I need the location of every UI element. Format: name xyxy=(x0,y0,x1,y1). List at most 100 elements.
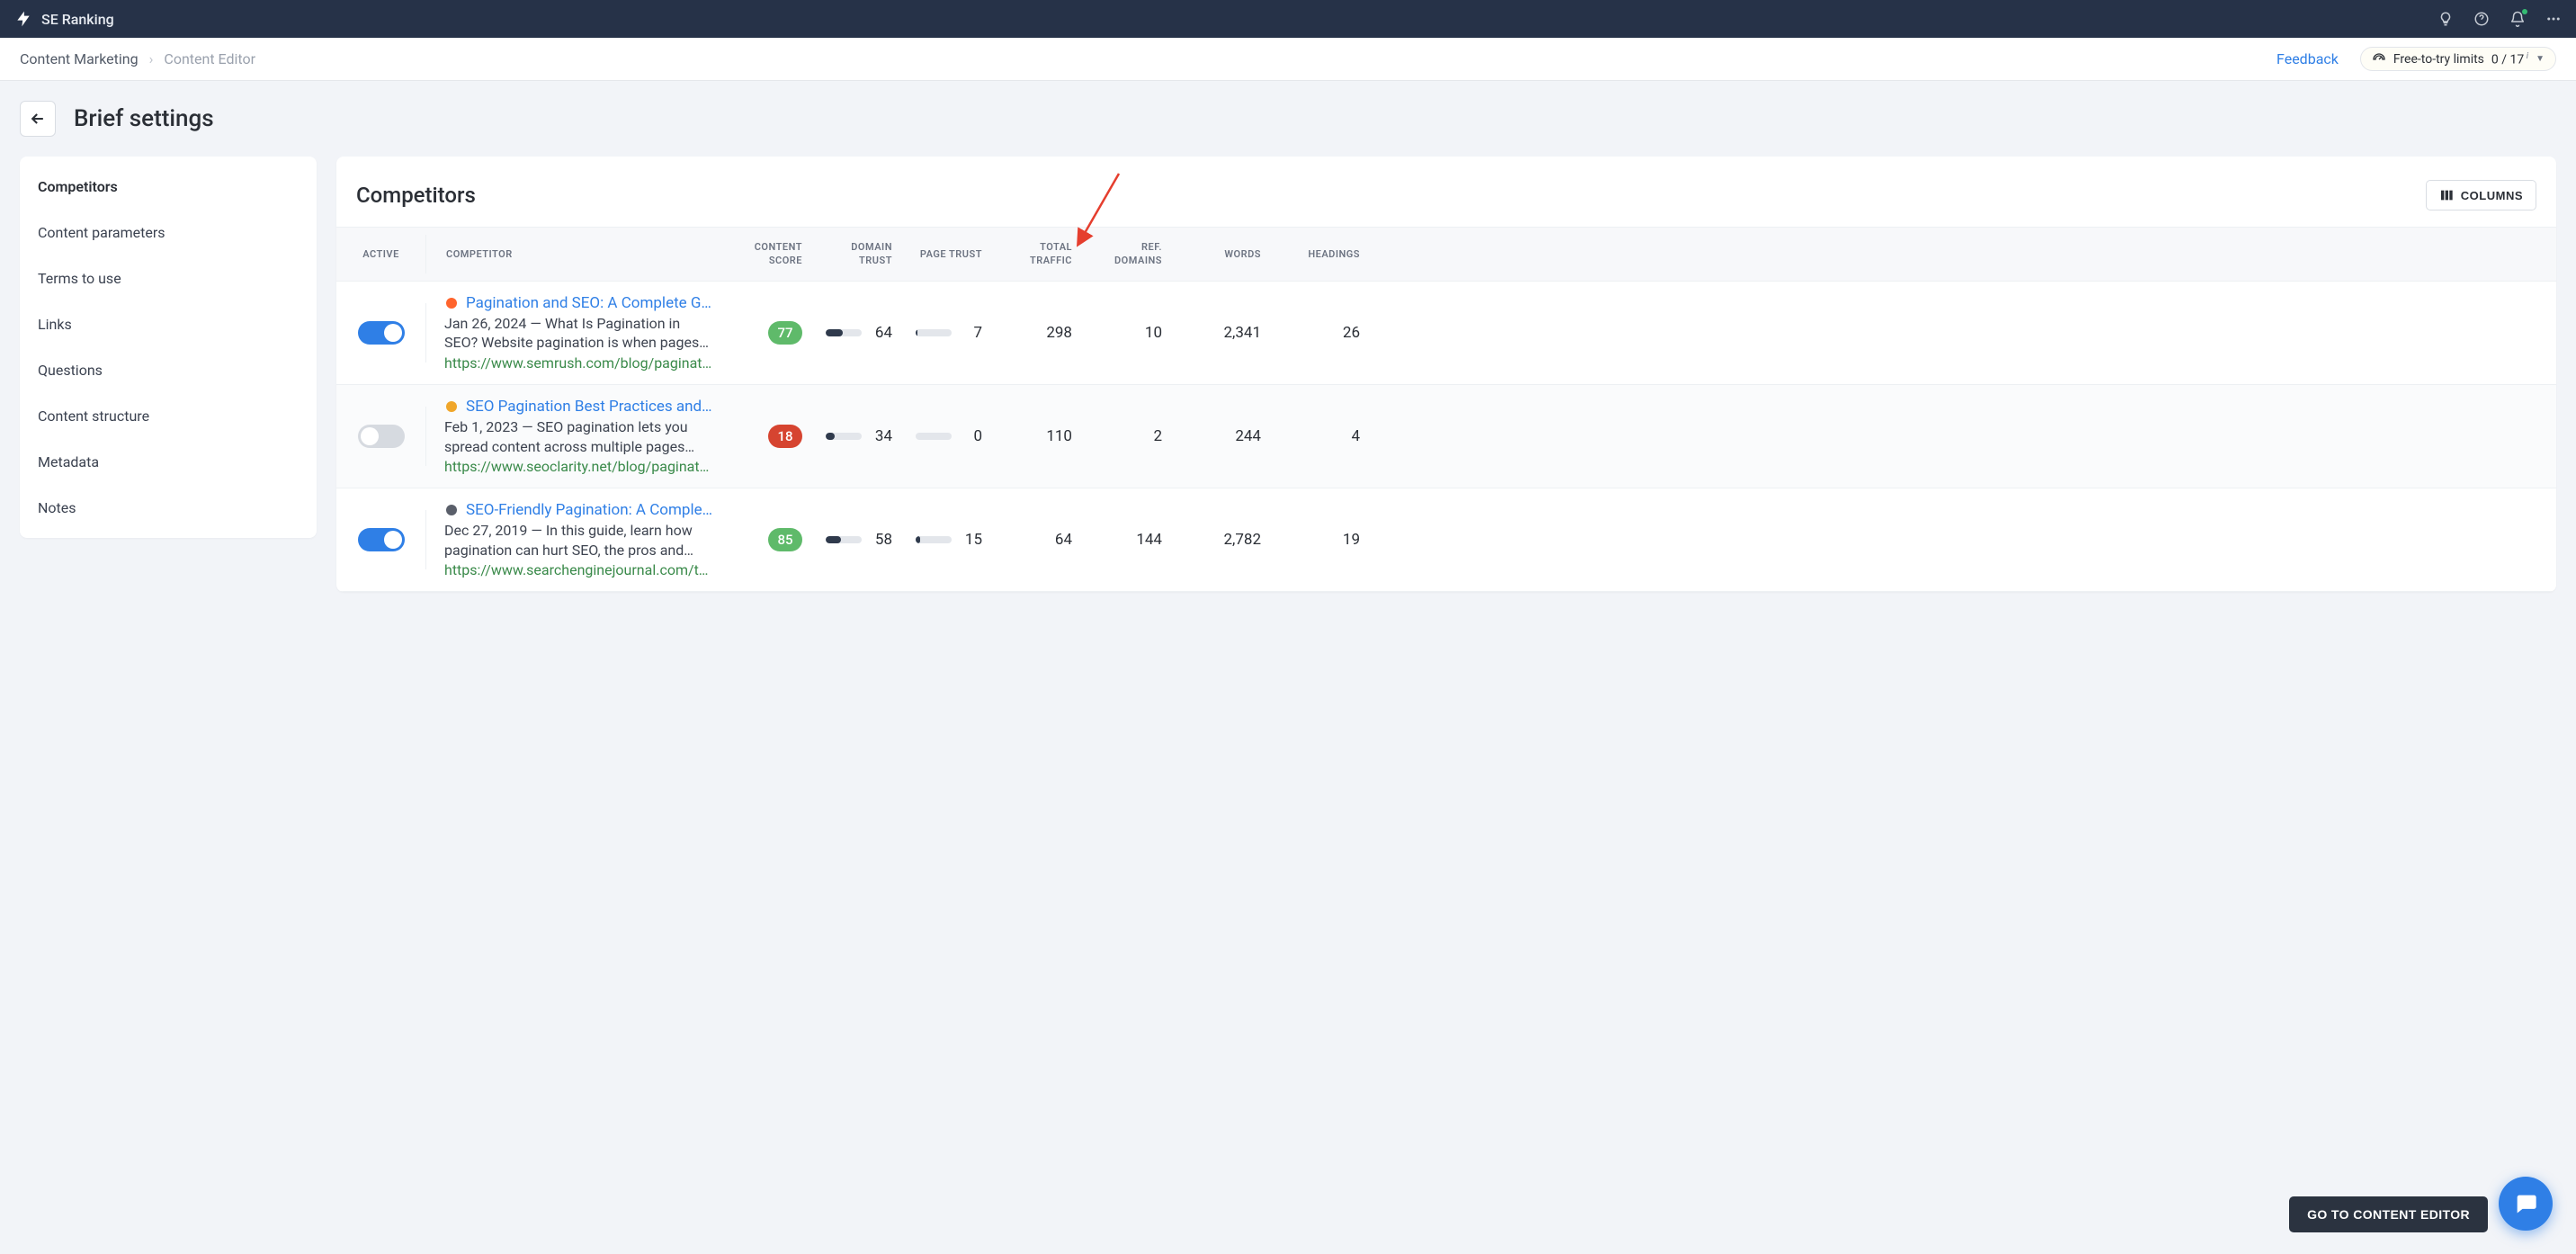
chat-icon xyxy=(2513,1191,2538,1216)
favicon-icon xyxy=(444,503,459,517)
active-toggle[interactable] xyxy=(358,321,405,345)
breadcrumb: Content Marketing › Content Editor xyxy=(20,50,255,67)
columns-button[interactable]: COLUMNS xyxy=(2426,180,2536,210)
page-trust-value: 0 xyxy=(961,427,982,445)
chat-fab[interactable] xyxy=(2499,1177,2553,1231)
ref-domains-value: 2 xyxy=(1083,409,1173,463)
competitor-url[interactable]: https://www.semrush.com/blog/paginat… xyxy=(444,354,712,372)
breadcrumb-root[interactable]: Content Marketing xyxy=(20,50,139,67)
competitor-snippet: Dec 27, 2019 — In this guide, learn how … xyxy=(444,521,712,560)
table-header-row: ACTIVE COMPETITOR CONTENT SCORE DOMAIN T… xyxy=(336,227,2556,282)
favicon-icon xyxy=(444,296,459,310)
competitor-url[interactable]: https://www.searchenginejournal.com/t… xyxy=(444,561,712,578)
col-active: ACTIVE xyxy=(336,235,426,273)
words-value: 2,782 xyxy=(1173,513,1272,567)
competitor-url[interactable]: https://www.seoclarity.net/blog/paginat… xyxy=(444,458,712,475)
chevron-down-icon: ▼ xyxy=(2536,54,2545,64)
sidebar-item-label: Metadata xyxy=(38,453,99,470)
sidebar-item-content-parameters[interactable]: Content parameters xyxy=(20,210,317,255)
headings-value: 4 xyxy=(1272,409,1371,463)
page-trust-bar xyxy=(916,433,952,440)
competitor-snippet: Jan 26, 2024 — What Is Pagination in SEO… xyxy=(444,314,712,353)
subheader: Content Marketing › Content Editor Feedb… xyxy=(0,38,2576,81)
sidebar-item-links[interactable]: Links xyxy=(20,301,317,347)
active-toggle[interactable] xyxy=(358,528,405,551)
col-words: WORDS xyxy=(1173,235,1272,273)
headings-value: 19 xyxy=(1272,513,1371,567)
ref-domains-value: 10 xyxy=(1083,306,1173,360)
table-row: SEO Pagination Best Practices and C…Feb … xyxy=(336,385,2556,488)
sidebar-item-label: Questions xyxy=(38,362,103,379)
competitor-title[interactable]: SEO-Friendly Pagination: A Complet… xyxy=(466,501,712,519)
feedback-link[interactable]: Feedback xyxy=(2276,50,2339,67)
domain-trust-value: 58 xyxy=(871,531,892,549)
content-score-badge: 77 xyxy=(768,321,802,345)
table-row: Pagination and SEO: A Complete Gui… Jan 2… xyxy=(336,282,2556,385)
favicon-icon xyxy=(444,399,459,414)
col-headings: HEADINGS xyxy=(1272,235,1371,273)
more-menu-icon[interactable] xyxy=(2545,11,2562,27)
sidebar-item-label: Competitors xyxy=(38,178,118,195)
col-total-traffic: TOTAL TRAFFIC xyxy=(993,228,1083,281)
domain-trust-value: 64 xyxy=(871,324,892,342)
table-row: SEO-Friendly Pagination: A Complet… Dec 2… xyxy=(336,488,2556,592)
sidebar-item-label: Content parameters xyxy=(38,224,165,241)
sidebar: Competitors Content parameters Terms to … xyxy=(20,157,317,538)
sidebar-item-notes[interactable]: Notes xyxy=(20,485,317,531)
limits-used: 0 xyxy=(2491,52,2499,67)
headings-value: 26 xyxy=(1272,306,1371,360)
competitor-title[interactable]: Pagination and SEO: A Complete Gui… xyxy=(466,294,712,312)
competitor-cell: Pagination and SEO: A Complete Gui… Jan 2… xyxy=(426,282,723,384)
sidebar-item-label: Notes xyxy=(38,499,76,516)
col-page-trust: PAGE TRUST xyxy=(903,235,993,273)
sidebar-item-content-structure[interactable]: Content structure xyxy=(20,393,317,439)
total-traffic-value: 110 xyxy=(993,409,1083,463)
competitor-title[interactable]: SEO Pagination Best Practices and C… xyxy=(466,398,712,416)
sidebar-item-label: Terms to use xyxy=(38,270,121,287)
limits-total: 17 xyxy=(2510,52,2525,67)
domain-trust-bar xyxy=(826,536,862,543)
cta-label: GO TO CONTENT EDITOR xyxy=(2307,1207,2470,1222)
col-domain-trust: DOMAIN TRUST xyxy=(813,228,903,281)
sidebar-item-terms-to-use[interactable]: Terms to use xyxy=(20,255,317,301)
hint-icon[interactable] xyxy=(2437,11,2454,27)
domain-trust-bar xyxy=(826,433,862,440)
competitors-table: ACTIVE COMPETITOR CONTENT SCORE DOMAIN T… xyxy=(336,227,2556,592)
breadcrumb-current: Content Editor xyxy=(164,50,255,67)
competitor-cell: SEO-Friendly Pagination: A Complet… Dec 2… xyxy=(426,488,723,591)
sidebar-item-label: Links xyxy=(38,316,72,333)
col-content-score: CONTENT SCORE xyxy=(723,228,813,281)
domain-trust-bar xyxy=(826,329,862,336)
bell-icon[interactable] xyxy=(2509,11,2526,27)
total-traffic-value: 298 xyxy=(993,306,1083,360)
page-trust-bar xyxy=(916,536,952,543)
competitor-cell: SEO Pagination Best Practices and C…Feb … xyxy=(426,385,723,488)
go-to-content-editor-button[interactable]: GO TO CONTENT EDITOR xyxy=(2289,1196,2488,1232)
competitors-panel: Competitors COLUMNS ACTIVE COMPETITOR CO… xyxy=(336,157,2556,592)
sidebar-item-metadata[interactable]: Metadata xyxy=(20,439,317,485)
words-value: 244 xyxy=(1173,409,1272,463)
competitor-snippet: Feb 1, 2023 — SEO pagination lets you sp… xyxy=(444,417,712,456)
total-traffic-value: 64 xyxy=(993,513,1083,567)
domain-trust-value: 34 xyxy=(871,427,892,445)
limits-label: Free-to-try limits xyxy=(2393,52,2484,67)
content-score-badge: 85 xyxy=(768,528,802,551)
sidebar-item-competitors[interactable]: Competitors xyxy=(20,164,317,210)
page-trust-bar xyxy=(916,329,952,336)
col-ref-domains: REF. DOMAINS xyxy=(1083,228,1173,281)
sidebar-item-questions[interactable]: Questions xyxy=(20,347,317,393)
back-button[interactable] xyxy=(20,101,56,137)
active-toggle[interactable] xyxy=(358,425,405,448)
page-title: Brief settings xyxy=(74,105,214,132)
limits-pill[interactable]: Free-to-try limits 0 / 17 i ▼ xyxy=(2360,47,2556,72)
panel-title: Competitors xyxy=(356,183,476,208)
col-competitor: COMPETITOR xyxy=(426,235,723,273)
arrow-left-icon xyxy=(29,110,47,128)
gauge-icon xyxy=(2372,52,2386,67)
help-icon[interactable] xyxy=(2473,11,2490,27)
page-trust-value: 7 xyxy=(961,324,982,342)
words-value: 2,341 xyxy=(1173,306,1272,360)
sidebar-item-label: Content structure xyxy=(38,408,149,425)
brand-logo-icon xyxy=(14,10,32,28)
ref-domains-value: 144 xyxy=(1083,513,1173,567)
